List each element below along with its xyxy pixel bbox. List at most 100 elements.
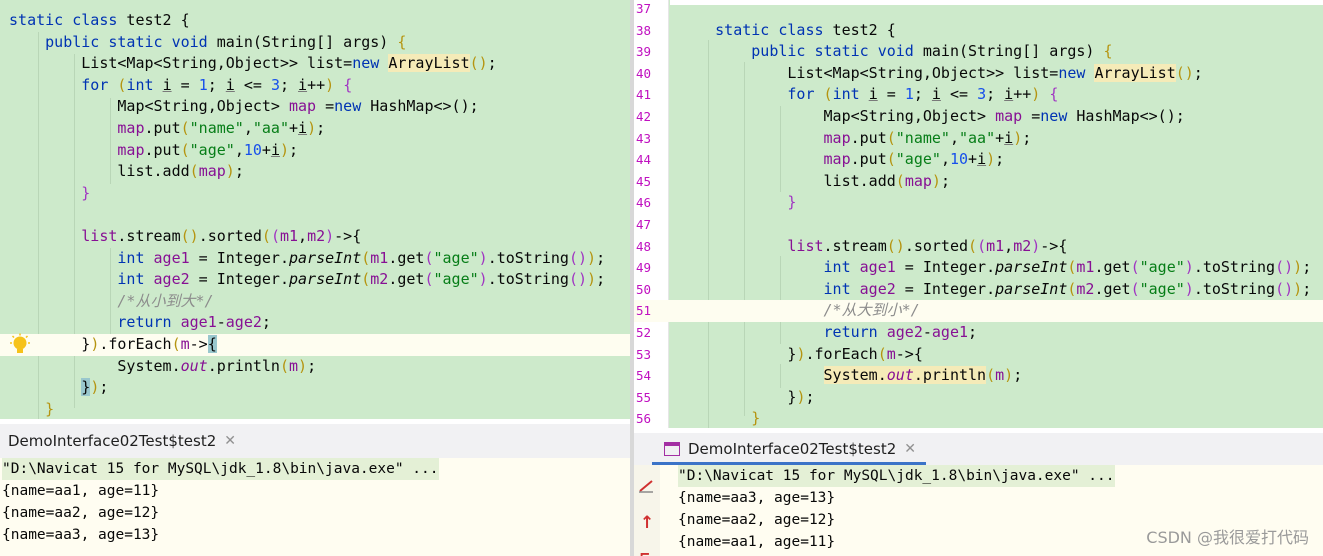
code-line: int age2 = Integer.parseInt(m2.get("age"… <box>0 269 630 291</box>
code-line: 39 public static void main(String[] args… <box>634 41 1323 63</box>
run-tab-label: DemoInterface02Test$test2 <box>688 440 897 458</box>
code-text: static class test2 { <box>715 20 896 39</box>
code-text: int age2 = Integer.parseInt(m2.get("age"… <box>823 279 1312 298</box>
line-number: 40 <box>636 65 652 81</box>
line-number: 53 <box>636 346 652 362</box>
console-output-line: {name=aa3, age=13} <box>2 527 160 543</box>
lightbulb-icon[interactable] <box>8 333 32 357</box>
code-editor[interactable]: static class test2 { public static void … <box>0 0 630 419</box>
code-line: 37 <box>634 0 1323 20</box>
code-text: Map<String,Object> map =new HashMap<>(); <box>0 97 479 116</box>
code-text: for (int i = 1; i <= 3; i++) { <box>787 85 1059 104</box>
code-line: 53 }).forEach(m->{ <box>634 344 1323 366</box>
code-text: public static void main(String[] args) { <box>45 32 407 51</box>
code-text: public static void main(String[] args) { <box>751 42 1113 61</box>
code-text: }); <box>670 387 815 406</box>
code-text: }).forEach(m->{ <box>0 335 217 353</box>
code-line: 41 for (int i = 1; i <= 3; i++) { <box>634 84 1323 106</box>
code-text: }).forEach(m->{ <box>670 344 923 363</box>
console-output-line: {name=aa1, age=11} <box>678 534 836 550</box>
code-text: for (int i = 1; i <= 3; i++) { <box>81 75 353 94</box>
code-line: int age1 = Integer.parseInt(m1.get("age"… <box>0 248 630 270</box>
console-output[interactable]: "D:\Navicat 15 for MySQL\jdk_1.8\bin\jav… <box>0 458 630 556</box>
code-text: list.stream().sorted((m1,m2)->{ <box>81 227 362 245</box>
console-output-line: {name=aa1, age=11} <box>2 483 160 499</box>
code-text: list.add(map); <box>0 162 244 181</box>
code-line: list.stream().sorted((m1,m2)->{ <box>0 226 630 248</box>
code-line: 40 List<Map<String,Object>> list=new Arr… <box>634 63 1323 85</box>
console-toolbar: ↑ ⌐ <box>634 465 660 556</box>
code-line: 54 System.out.println(m); <box>634 365 1323 387</box>
code-text: } <box>81 183 91 202</box>
run-tool-window-header: DemoInterface02Test$test2 ✕ <box>634 433 1323 465</box>
run-tab-label: DemoInterface02Test$test2 <box>8 432 217 450</box>
line-number: 49 <box>636 260 652 276</box>
code-text: /*从小到大*/ <box>117 291 214 310</box>
code-line: 56 } <box>634 408 1323 428</box>
line-number: 39 <box>636 44 652 60</box>
close-icon[interactable]: ✕ <box>224 433 236 449</box>
code-text: List<Map<String,Object>> list=new ArrayL… <box>0 54 497 73</box>
code-line: map.put("name","aa"+i); <box>0 118 630 140</box>
line-number: 44 <box>636 152 652 168</box>
run-config-icon <box>664 442 680 456</box>
code-line: List<Map<String,Object>> list=new ArrayL… <box>0 53 630 75</box>
code-line: /*从小到大*/ <box>0 291 630 313</box>
code-line: 50 int age2 = Integer.parseInt(m2.get("a… <box>634 279 1323 301</box>
code-line: static class test2 { <box>0 10 630 32</box>
rerun-arrow-icon[interactable]: ↑ <box>640 513 654 533</box>
code-line: map.put("age",10+i); <box>0 140 630 162</box>
scroll-icon[interactable]: ⌐ <box>640 545 650 556</box>
code-text: map.put("name","aa"+i); <box>823 128 1032 147</box>
code-line: 55 }); <box>634 387 1323 409</box>
code-line: return age1-age2; <box>0 312 630 334</box>
code-line-current: }).forEach(m->{ <box>0 334 630 356</box>
code-line: }); <box>0 377 630 399</box>
code-text: list.stream().sorted((m1,m2)->{ <box>787 236 1068 255</box>
run-tab[interactable]: DemoInterface02Test$test2 ✕ <box>656 433 916 465</box>
line-number: 54 <box>636 368 652 384</box>
code-text: return age1-age2; <box>117 313 271 332</box>
code-line: } <box>0 183 630 205</box>
code-text: static class test2 { <box>9 11 190 29</box>
code-editor[interactable]: 37 38 static class test2 { 39 public sta… <box>634 0 1323 428</box>
run-tab[interactable]: DemoInterface02Test$test2 ✕ <box>0 424 236 458</box>
line-number: 38 <box>636 22 652 38</box>
right-editor-pane: 37 38 static class test2 { 39 public sta… <box>634 0 1323 556</box>
code-text: /*从大到小*/ <box>823 301 920 320</box>
console-output-line: {name=aa2, age=12} <box>678 512 836 528</box>
line-number: 47 <box>636 217 652 232</box>
line-number: 42 <box>636 109 652 124</box>
code-line: System.out.println(m); <box>0 356 630 378</box>
line-number: 48 <box>636 238 652 254</box>
line-number: 46 <box>636 195 652 211</box>
console-command-line: "D:\Navicat 15 for MySQL\jdk_1.8\bin\jav… <box>678 465 1115 487</box>
line-number: 41 <box>636 87 652 103</box>
code-text: } <box>787 193 797 212</box>
line-number: 43 <box>636 130 652 146</box>
stop-icon[interactable] <box>638 479 654 493</box>
run-tool-window-header: DemoInterface02Test$test2 ✕ <box>0 424 630 458</box>
close-icon[interactable]: ✕ <box>904 441 916 457</box>
code-text: map.put("age",10+i); <box>117 140 299 159</box>
code-line: 42 Map<String,Object> map =new HashMap<>… <box>634 106 1323 128</box>
code-text: int age1 = Integer.parseInt(m1.get("age"… <box>117 248 606 267</box>
line-number: 52 <box>636 325 652 340</box>
code-text: Map<String,Object> map =new HashMap<>(); <box>670 107 1185 125</box>
line-number: 55 <box>636 389 652 405</box>
code-text: map.put("age",10+i); <box>823 150 1005 169</box>
code-line: 52 return age2-age1; <box>634 322 1323 344</box>
console-output-line: {name=aa2, age=12} <box>2 505 160 521</box>
line-number: 45 <box>636 173 652 189</box>
code-text: list.add(map); <box>670 171 950 190</box>
code-text: return age2-age1; <box>823 323 978 341</box>
code-line: 49 int age1 = Integer.parseInt(m1.get("a… <box>634 257 1323 279</box>
code-line: public static void main(String[] args) { <box>0 32 630 54</box>
code-text: System.out.println(m); <box>823 366 1023 385</box>
watermark: CSDN @我很爱打代码 <box>1146 528 1309 547</box>
code-text: System.out.println(m); <box>0 356 317 375</box>
console-output-line: {name=aa3, age=13} <box>678 490 836 506</box>
code-line: 43 map.put("name","aa"+i); <box>634 128 1323 150</box>
code-text: } <box>45 399 55 418</box>
code-text: }); <box>81 378 109 397</box>
